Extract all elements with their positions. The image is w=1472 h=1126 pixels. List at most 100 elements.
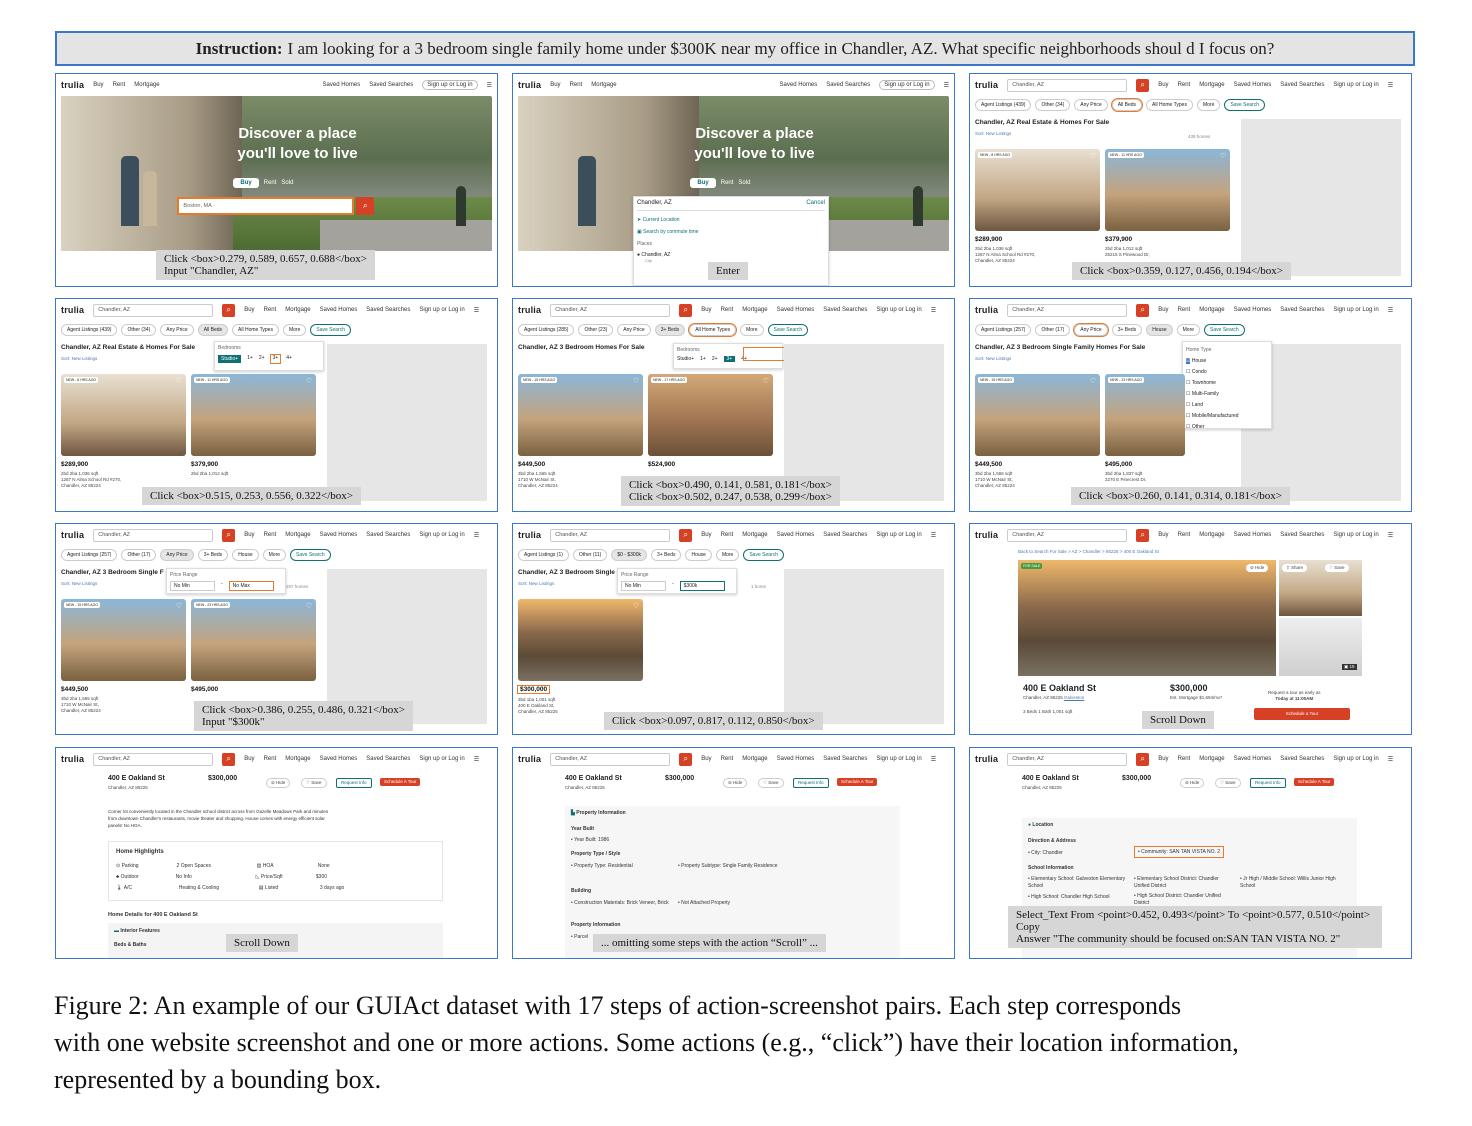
agent-listings-tab[interactable]: Agent Listings (257): [975, 324, 1032, 336]
nav-login[interactable]: Sign up or Log in: [876, 756, 921, 762]
agent-listings-tab[interactable]: Agent Listings (1): [518, 549, 569, 561]
search-icon[interactable]: ⌕: [1136, 78, 1150, 92]
request-info-button[interactable]: Request Info: [1250, 778, 1286, 788]
other-listings-tab[interactable]: Other (23): [578, 324, 614, 336]
listing-card[interactable]: NEW - 15 HRS AGO ♡: [61, 599, 186, 681]
nav-saved-homes[interactable]: Saved Homes: [323, 82, 361, 88]
heart-icon[interactable]: ♡: [306, 377, 312, 385]
nav-buy[interactable]: Buy: [1158, 307, 1168, 313]
heart-icon[interactable]: ♡: [633, 377, 639, 385]
save-search-button[interactable]: Save Search: [767, 324, 809, 336]
save-search-button[interactable]: Save Search: [310, 324, 351, 336]
listing-price[interactable]: $300,000: [516, 685, 551, 694]
nav-login[interactable]: Sign up or Log in: [419, 756, 464, 762]
home-type-option-house[interactable]: ☑ House: [1186, 356, 1268, 367]
nav-buy[interactable]: Buy: [244, 756, 254, 762]
nav-login[interactable]: Sign up or Log in: [419, 307, 464, 313]
nav-mortgage[interactable]: Mortgage: [1199, 82, 1224, 88]
trulia-logo[interactable]: trulia: [518, 530, 541, 540]
menu-icon[interactable]: ☰: [931, 307, 936, 314]
menu-icon[interactable]: ☰: [1388, 756, 1393, 763]
search-input[interactable]: Chandler, AZ: [1007, 78, 1128, 92]
share-button[interactable]: ⇪ Share: [1282, 564, 1308, 572]
heart-icon[interactable]: ♡: [1090, 377, 1096, 385]
bed-option-4[interactable]: 4+: [286, 355, 292, 363]
listing-card[interactable]: ♡: [518, 599, 643, 681]
home-type-filter[interactable]: All Home Types: [1146, 99, 1193, 111]
tab-sold[interactable]: Sold: [281, 180, 293, 186]
community-value[interactable]: • Community: SAN TAN VISTA NO. 2: [1134, 846, 1225, 858]
agent-listings-tab[interactable]: Agent Listings (285): [518, 324, 575, 336]
trulia-logo[interactable]: trulia: [518, 754, 541, 764]
price-filter[interactable]: Any Price: [617, 324, 651, 336]
nav-saved-homes[interactable]: Saved Homes: [320, 756, 358, 762]
menu-icon[interactable]: ☰: [944, 82, 949, 89]
trulia-logo[interactable]: trulia: [61, 530, 84, 540]
more-filter[interactable]: More: [1176, 324, 1201, 336]
agent-listings-tab[interactable]: Agent Listings (439): [61, 324, 118, 336]
menu-icon[interactable]: ☰: [474, 532, 479, 539]
listing-card[interactable]: NEW - 23 HRS AGO ♡: [191, 599, 316, 681]
search-icon[interactable]: ⌕: [222, 752, 236, 766]
nav-mortgage[interactable]: Mortgage: [1199, 307, 1224, 313]
nav-rent[interactable]: Rent: [721, 756, 734, 762]
price-filter[interactable]: Any Price: [160, 549, 194, 561]
trulia-logo[interactable]: trulia: [518, 80, 541, 90]
nav-login[interactable]: Sign up or Log in: [879, 80, 935, 90]
bed-option-3[interactable]: 3+: [723, 356, 736, 362]
heart-icon[interactable]: ♡: [176, 602, 182, 610]
other-listings-tab[interactable]: Other (11): [572, 549, 608, 561]
bed-option-3[interactable]: 3+: [269, 354, 282, 364]
nav-buy[interactable]: Buy: [244, 307, 254, 313]
save-button[interactable]: ♡ Save: [758, 778, 784, 788]
nav-buy[interactable]: Buy: [244, 532, 254, 538]
menu-icon[interactable]: ☰: [474, 756, 479, 763]
nav-saved-searches[interactable]: Saved Searches: [366, 307, 410, 313]
nav-rent[interactable]: Rent: [570, 82, 583, 88]
heart-icon[interactable]: ♡: [306, 602, 312, 610]
hide-button[interactable]: ⊘ Hide: [1180, 778, 1205, 788]
nav-saved-searches[interactable]: Saved Searches: [366, 532, 410, 538]
tab-sold[interactable]: Sold: [738, 180, 750, 186]
tab-rent[interactable]: Rent: [721, 180, 734, 186]
search-input[interactable]: Chandler, AZ: [1007, 303, 1128, 317]
bed-option-studio[interactable]: Studio+: [677, 356, 694, 362]
search-icon[interactable]: ⌕: [1136, 303, 1150, 317]
hero-search-input[interactable]: Boston, MA: [177, 197, 355, 215]
nav-rent[interactable]: Rent: [1178, 82, 1191, 88]
nav-saved-searches[interactable]: Saved Searches: [366, 756, 410, 762]
hide-button[interactable]: ⊘ Hide: [266, 778, 291, 788]
search-input[interactable]: Chandler, AZ: [550, 752, 671, 766]
search-input[interactable]: Chandler, AZ: [93, 752, 214, 766]
schedule-tour-button[interactable]: Schedule A Tour: [1294, 778, 1335, 786]
nav-mortgage[interactable]: Mortgage: [285, 307, 310, 313]
bed-option-studio[interactable]: Studio+: [218, 355, 242, 363]
min-price-select[interactable]: No Min: [170, 581, 215, 591]
nav-mortgage[interactable]: Mortgage: [1199, 756, 1224, 762]
menu-icon[interactable]: ☰: [931, 532, 936, 539]
more-filter[interactable]: More: [715, 549, 740, 561]
nav-login[interactable]: Sign up or Log in: [876, 307, 921, 313]
nav-login[interactable]: Sign up or Log in: [419, 532, 464, 538]
menu-icon[interactable]: ☰: [1388, 307, 1393, 314]
trulia-logo[interactable]: trulia: [61, 754, 84, 764]
heart-icon[interactable]: ♡: [1220, 152, 1226, 160]
bed-option-2[interactable]: 2+: [712, 356, 718, 362]
current-location-option[interactable]: ➤ Current Location: [637, 217, 825, 223]
nav-mortgage[interactable]: Mortgage: [742, 756, 767, 762]
search-icon[interactable]: ⌕: [679, 752, 693, 766]
home-type-option-other[interactable]: ☐ Other: [1186, 422, 1268, 433]
nav-saved-searches[interactable]: Saved Searches: [1280, 307, 1324, 313]
search-input[interactable]: Chandler, AZ: [1007, 528, 1128, 542]
hide-button[interactable]: ⊘ Hide: [723, 778, 748, 788]
search-icon[interactable]: ⌕: [356, 197, 375, 215]
listing-card[interactable]: NEW - 11 HRS AGO ♡: [1105, 149, 1230, 231]
menu-icon[interactable]: ☰: [474, 307, 479, 314]
nav-buy[interactable]: Buy: [1158, 756, 1168, 762]
home-type-filter[interactable]: All Home Types: [232, 324, 279, 336]
schedule-tour-button[interactable]: Schedule A Tour: [837, 778, 878, 786]
search-input[interactable]: Chandler, AZ: [550, 528, 671, 542]
other-listings-tab[interactable]: Other (17): [121, 549, 157, 561]
max-price-select[interactable]: No Max: [228, 581, 274, 591]
dropdown-cancel[interactable]: Cancel: [806, 200, 825, 206]
